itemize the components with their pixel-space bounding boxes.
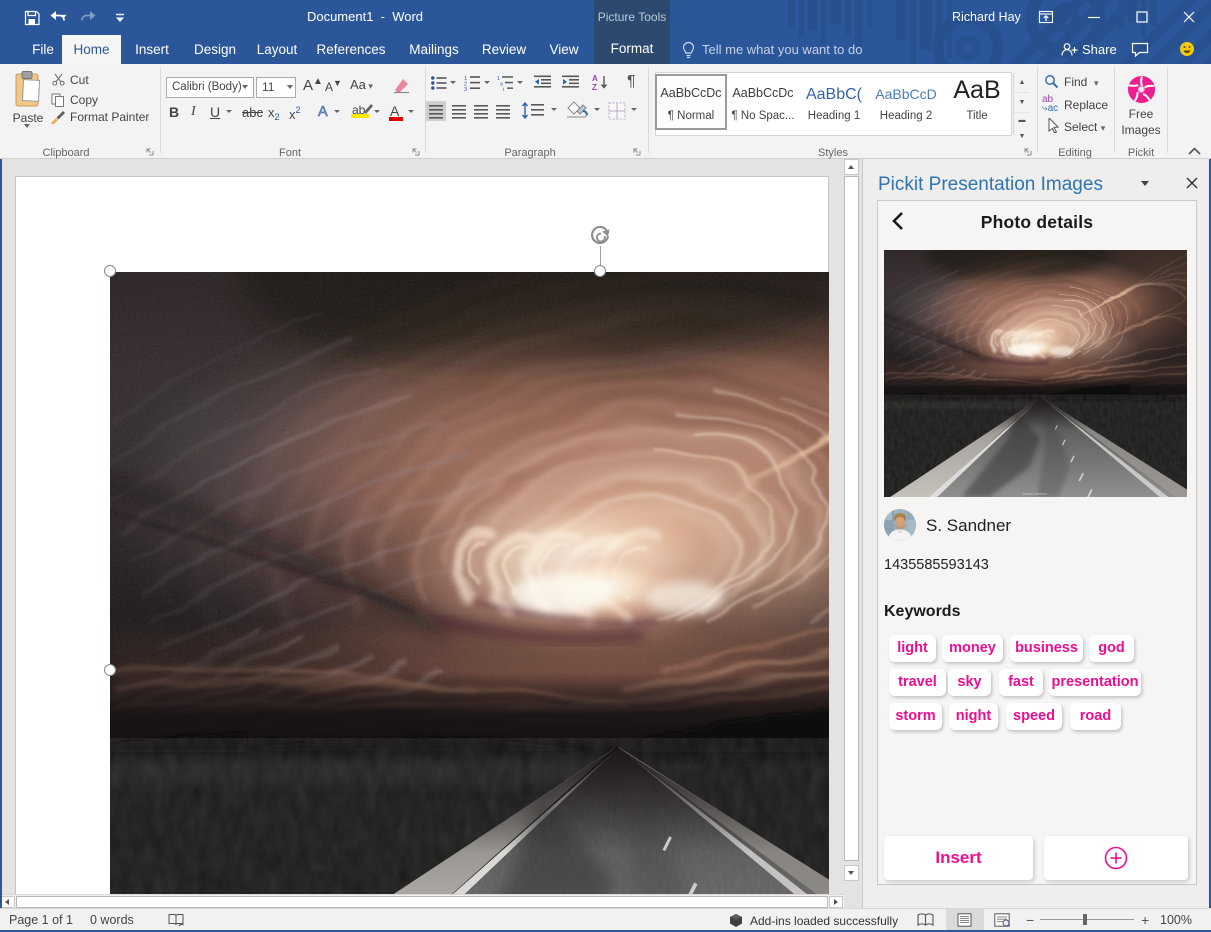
svg-text:3: 3 [464,87,467,91]
svg-text:i: i [503,87,504,91]
svg-text:Z: Z [592,83,597,91]
svg-text:A: A [592,74,598,83]
